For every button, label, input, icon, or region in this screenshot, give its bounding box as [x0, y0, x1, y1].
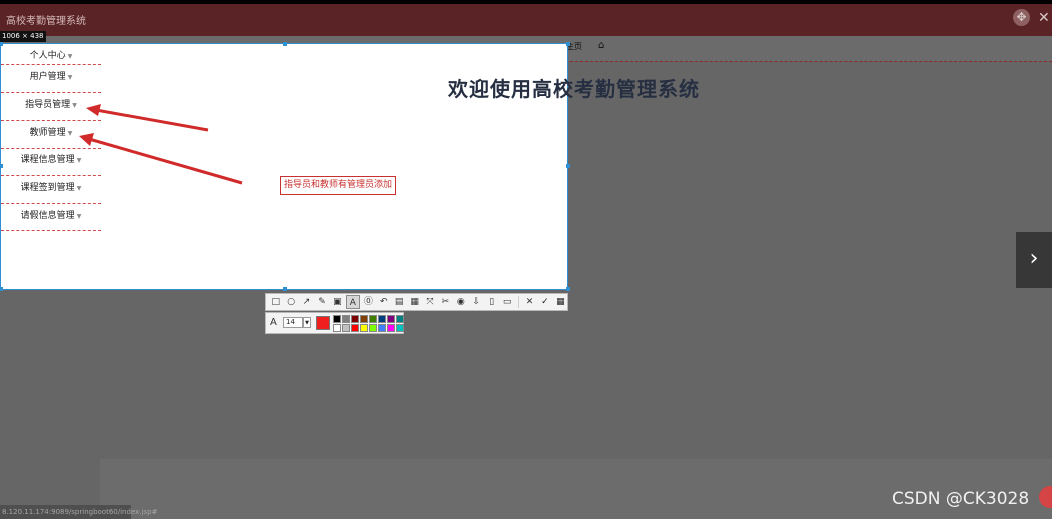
- text-properties-panel: A 14 ▼: [265, 312, 404, 334]
- color-swatch[interactable]: [387, 315, 395, 323]
- color-swatch[interactable]: [333, 315, 341, 323]
- region-icon[interactable]: ⤧: [423, 295, 436, 309]
- color-swatch[interactable]: [378, 324, 386, 332]
- current-color-swatch[interactable]: [316, 316, 330, 330]
- mosaic-tool-icon[interactable]: ▣: [331, 295, 344, 309]
- arrow-icon: [86, 104, 209, 132]
- next-arrow-button[interactable]: ›: [1016, 232, 1052, 288]
- cancel-icon[interactable]: ✕: [523, 295, 536, 309]
- record-icon[interactable]: ◉: [454, 295, 467, 309]
- rectangle-tool-icon[interactable]: □: [269, 295, 282, 309]
- browser-status-bar: 8.120.11.174:9089/springboot60/index.jsp…: [0, 505, 157, 519]
- number-tool-icon[interactable]: ⓪: [362, 295, 375, 309]
- watermark-text: CSDN @CK3028: [892, 489, 1030, 509]
- annotation-arrows: [79, 104, 243, 185]
- font-icon: A: [270, 317, 277, 328]
- color-swatch[interactable]: [369, 324, 377, 332]
- ocr-icon[interactable]: ▤: [392, 295, 405, 309]
- color-palette: [333, 315, 405, 333]
- color-swatch[interactable]: [360, 315, 368, 323]
- color-swatch[interactable]: [351, 324, 359, 332]
- toolbar-divider: [517, 296, 519, 308]
- undo-icon[interactable]: ↶: [377, 295, 390, 309]
- color-swatch[interactable]: [396, 324, 404, 332]
- color-swatch[interactable]: [342, 315, 350, 323]
- color-swatch[interactable]: [378, 315, 386, 323]
- arrow-icon: [79, 133, 243, 185]
- color-swatch[interactable]: [369, 315, 377, 323]
- font-size-field[interactable]: 14: [283, 317, 303, 328]
- copy-icon[interactable]: ▯: [485, 295, 498, 309]
- color-swatch[interactable]: [360, 324, 368, 332]
- color-swatch[interactable]: [342, 324, 350, 332]
- pin-icon[interactable]: ✂: [439, 295, 452, 309]
- download-icon[interactable]: ⇩: [470, 295, 483, 309]
- pen-tool-icon[interactable]: ✎: [315, 295, 328, 309]
- chevron-down-icon[interactable]: ▼: [303, 317, 311, 328]
- confirm-icon[interactable]: ✓: [538, 295, 551, 309]
- save-icon[interactable]: ▦: [554, 295, 567, 309]
- color-swatch[interactable]: [333, 324, 341, 332]
- color-swatch[interactable]: [396, 315, 404, 323]
- color-swatch[interactable]: [351, 315, 359, 323]
- translate-icon[interactable]: ▦: [408, 295, 421, 309]
- arrow-tool-icon[interactable]: ↗: [300, 295, 313, 309]
- chat-icon[interactable]: ▭: [500, 295, 513, 309]
- screenshot-toolbar: □ ○ ↗ ✎ ▣ A ⓪ ↶ ▤ ▦ ⤧ ✂ ◉ ⇩ ▯ ▭ ✕ ✓ ▦: [265, 293, 568, 311]
- text-tool-icon[interactable]: A: [346, 295, 360, 309]
- ellipse-tool-icon[interactable]: ○: [284, 295, 297, 309]
- color-swatch[interactable]: [387, 324, 395, 332]
